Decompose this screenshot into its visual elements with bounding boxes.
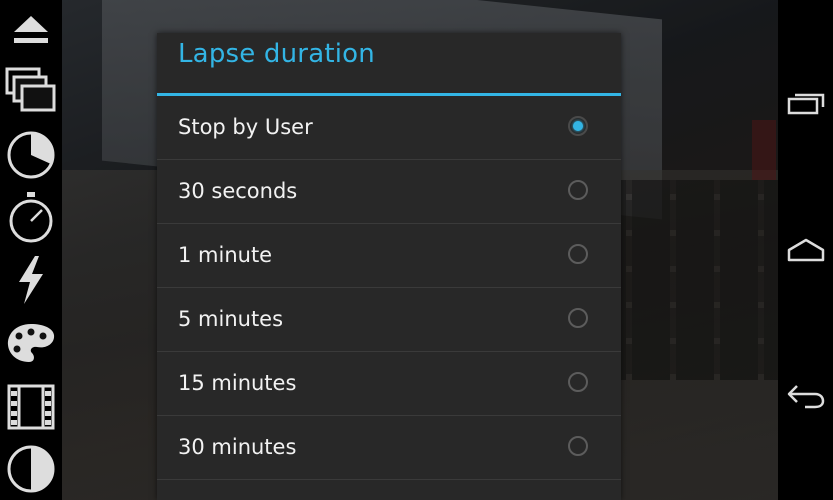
stopwatch-button[interactable] bbox=[4, 190, 58, 244]
radio-unselected-icon[interactable] bbox=[568, 308, 588, 328]
duration-options-list: Stop by User 30 seconds 1 minute 5 minutes 1… bbox=[157, 96, 621, 480]
recent-apps-button[interactable] bbox=[783, 84, 829, 124]
flash-icon bbox=[19, 256, 43, 304]
duration-option-label: Stop by User bbox=[178, 115, 313, 139]
radio-unselected-icon[interactable] bbox=[568, 180, 588, 200]
contrast-button[interactable] bbox=[4, 442, 58, 496]
film-button[interactable] bbox=[4, 380, 58, 434]
back-button[interactable] bbox=[783, 376, 829, 416]
multi-window-button[interactable] bbox=[4, 64, 58, 118]
eject-icon bbox=[14, 16, 48, 43]
recent-apps-icon bbox=[787, 93, 825, 115]
left-toolbar bbox=[0, 0, 62, 500]
duration-option[interactable]: 30 minutes bbox=[157, 416, 621, 480]
stopwatch-icon bbox=[9, 192, 53, 243]
radio-unselected-icon[interactable] bbox=[568, 372, 588, 392]
duration-option[interactable]: 1 minute bbox=[157, 224, 621, 288]
duration-option[interactable]: 5 minutes bbox=[157, 288, 621, 352]
duration-option[interactable]: 30 seconds bbox=[157, 160, 621, 224]
radio-selected-icon[interactable] bbox=[568, 116, 588, 136]
multi-window-icon bbox=[5, 67, 56, 112]
navigation-bar bbox=[778, 0, 833, 500]
home-button[interactable] bbox=[783, 230, 829, 270]
duration-option-label: 30 minutes bbox=[178, 435, 297, 459]
duration-option[interactable]: Stop by User bbox=[157, 96, 621, 160]
palette-icon bbox=[7, 324, 55, 362]
contrast-icon bbox=[7, 445, 55, 493]
radio-unselected-icon[interactable] bbox=[568, 436, 588, 456]
duration-option[interactable]: 15 minutes bbox=[157, 352, 621, 416]
color-effects-button[interactable] bbox=[4, 316, 58, 370]
timer-button[interactable] bbox=[4, 128, 58, 182]
home-icon bbox=[787, 238, 825, 262]
duration-option-label: 1 minute bbox=[178, 243, 273, 267]
dialog-title: Lapse duration bbox=[178, 39, 375, 69]
radio-unselected-icon[interactable] bbox=[568, 244, 588, 264]
pie-timer-icon bbox=[7, 131, 55, 179]
camera-app-screen: Lapse duration Stop by User 30 seconds 1 m… bbox=[0, 0, 833, 500]
flash-button[interactable] bbox=[4, 253, 58, 307]
eject-button[interactable] bbox=[4, 2, 58, 56]
duration-option-label: 15 minutes bbox=[178, 371, 297, 395]
duration-option-label: 5 minutes bbox=[178, 307, 284, 331]
duration-option-label: 30 seconds bbox=[178, 179, 298, 203]
lapse-duration-dialog: Lapse duration Stop by User 30 seconds 1 m… bbox=[157, 33, 621, 500]
film-icon bbox=[7, 384, 55, 430]
back-icon bbox=[787, 385, 825, 409]
